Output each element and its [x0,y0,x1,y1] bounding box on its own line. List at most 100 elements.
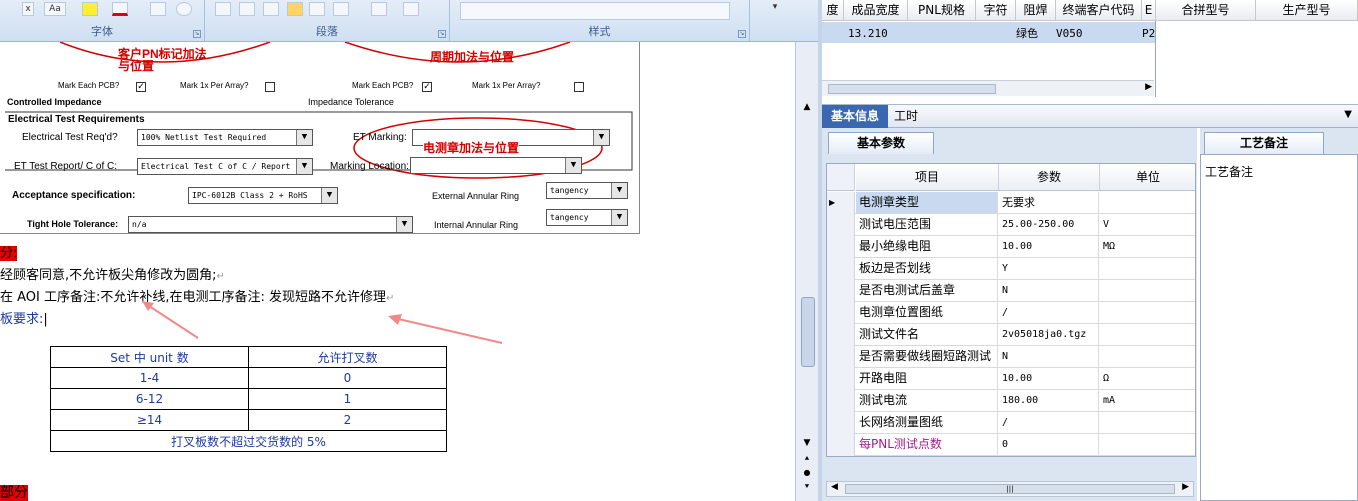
table-row[interactable]: 是否电测试后盖章 N [827,280,1195,302]
param-value[interactable]: 10.00 [999,236,1099,258]
table-row[interactable]: ▶ 电测章类型 无要求 [827,192,1195,214]
tab-menu-icon[interactable]: ▼ [1344,109,1352,120]
param-name: 测试电流 [856,390,998,412]
styles-more-icon[interactable]: ▾ [755,0,795,41]
mark-per-array-checkbox-right[interactable] [574,82,584,92]
scroll-right-icon[interactable]: ▶ [1145,82,1152,92]
scroll-thumb[interactable] [828,84,996,94]
table-row[interactable]: 电测章位置图纸 / [827,302,1195,324]
param-grid-hscrollbar[interactable]: ◀ ||| ▶ [826,481,1194,497]
doc-line-board-req: 板要求:| [0,312,48,327]
clear-format-button[interactable]: x [22,2,34,16]
main-tabbar: 基本信息 工时 ▼ [822,104,1358,128]
mark-per-array-checkbox[interactable] [265,82,275,92]
styles-dialog-launcher[interactable]: ↘ [738,30,746,38]
grid-header[interactable]: PNL规格 [908,0,976,21]
scroll-right-icon[interactable]: ▶ [1182,482,1189,492]
col-header-item[interactable]: 项目 [856,164,999,191]
electrical-test-reqd-select[interactable]: 100% Netlist Test Required ▼ [137,129,313,146]
mark-each-pcb-checkbox-right[interactable]: ✓ [422,82,432,92]
table-row[interactable]: 测试电压范围 25.00-250.00 V [827,214,1195,236]
acceptance-spec-select[interactable]: IPC-6012B Class 2 + RoHS ▼ [188,187,338,204]
tight-hole-select[interactable]: n/a ▼ [128,216,413,233]
align-center-button[interactable] [239,2,255,16]
line-spacing-button[interactable] [333,2,349,16]
grid-header[interactable]: 度 [822,0,844,21]
param-name: 长网络测量图纸 [856,412,998,434]
col-header-unit[interactable]: 单位 [1100,164,1195,191]
scroll-thumb[interactable]: ||| [845,484,1175,494]
paragraph-dialog-launcher[interactable]: ↘ [438,30,446,38]
et-report-select[interactable]: Electrical Test C of C / Report ▼ [137,158,313,175]
tab-basic-info[interactable]: 基本信息 [822,105,888,128]
param-unit: mA [1103,395,1116,406]
tab-basic-params[interactable]: 基本参数 [828,132,934,154]
electrical-test-reqd-label: Electrical Test Req'd? [22,132,118,143]
table-row[interactable]: 最小绝缘电阻 10.00 MΩ [827,236,1195,258]
table-row[interactable]: 测试文件名 2v05018ja0.tgz [827,324,1195,346]
prev-page-icon[interactable]: ⯅ [800,454,814,466]
marking-location-select[interactable]: ▼ [410,157,582,174]
remark-panel: 工艺备注 工艺备注 [1200,128,1358,501]
mark-each-pcb-checkbox[interactable]: ✓ [136,82,146,92]
param-value[interactable]: 2v05018ja0.tgz [999,324,1099,346]
grid-header[interactable]: 字符 [976,0,1016,21]
change-case-button[interactable]: Aa [44,2,66,16]
scroll-up-icon[interactable]: ▲ [800,102,814,120]
tab-work-hours[interactable]: 工时 [894,105,934,128]
scroll-left-icon[interactable]: ◀ [831,482,838,492]
table-row[interactable]: 长网络测量图纸 / [827,412,1195,434]
table-row[interactable]: 是否需要做线圈短路测试 N [827,346,1195,368]
scroll-thumb[interactable] [801,297,815,367]
char-border-button[interactable] [150,2,166,16]
highlight-button[interactable] [82,2,98,16]
distributed-button[interactable] [309,2,325,16]
electrical-test-heading: Electrical Test Requirements [8,114,145,125]
row-selector [827,324,855,346]
param-value[interactable]: 0 [999,434,1099,456]
grid-header[interactable]: 阻焊 [1016,0,1056,21]
grid-hscrollbar[interactable]: ▶ [822,80,1154,96]
param-grid: 项目 参数 单位 ▶ 电测章类型 无要求 测试电压范围 25.00-250.00… [826,163,1196,457]
align-right-button[interactable] [263,2,279,16]
tab-process-remark[interactable]: 工艺备注 [1204,132,1324,154]
grid-header[interactable]: 合拼型号 [1156,0,1256,21]
grid-header[interactable]: 终端客户代码 [1056,0,1142,21]
next-page-icon[interactable]: ⯆ [800,482,814,494]
browse-object-icon[interactable]: ● [800,468,814,480]
param-value[interactable]: / [999,302,1099,324]
row-selector [827,258,855,280]
param-value[interactable]: 无要求 [999,192,1099,214]
grid-header[interactable]: E [1142,0,1156,21]
table-row[interactable]: 测试电流 180.00 mA [827,390,1195,412]
font-color-button[interactable] [112,2,128,16]
align-left-button[interactable] [215,2,231,16]
table-row[interactable]: 每PNL测试点数 0 [827,434,1195,456]
borders-button[interactable] [403,2,419,16]
shading-button[interactable] [371,2,387,16]
param-value[interactable]: 10.00 [999,368,1099,390]
enclose-char-button[interactable] [176,2,192,16]
row-selector [827,412,855,434]
table-row[interactable]: 板边是否划线 Y [827,258,1195,280]
external-ring-select[interactable]: tangency ▼ [546,182,628,199]
font-dialog-launcher[interactable]: ↘ [193,30,201,38]
param-value[interactable]: N [999,280,1099,302]
styles-gallery[interactable] [460,2,730,20]
param-value[interactable]: N [999,346,1099,368]
col-header-value[interactable]: 参数 [999,164,1100,191]
param-value[interactable]: 180.00 [999,390,1099,412]
param-unit [1100,412,1195,434]
grid-header[interactable]: 生产型号 [1256,0,1358,21]
table-row[interactable]: 开路电阻 10.00 Ω [827,368,1195,390]
scroll-down-icon[interactable]: ▼ [800,438,814,450]
param-value[interactable]: / [999,412,1099,434]
param-value[interactable]: 25.00-250.00 [999,214,1099,236]
remark-box[interactable]: 工艺备注 [1200,154,1358,501]
mark-per-array-label-right: Mark 1x Per Array? [472,81,541,90]
param-value[interactable]: Y [999,258,1099,280]
justify-button[interactable] [287,2,303,16]
doc-line-corner: 经顾客同意,不允许板尖角修改为圆角;↵ [0,268,225,283]
internal-ring-select[interactable]: tangency ▼ [546,209,628,226]
grid-header[interactable]: 成品宽度 [844,0,908,21]
